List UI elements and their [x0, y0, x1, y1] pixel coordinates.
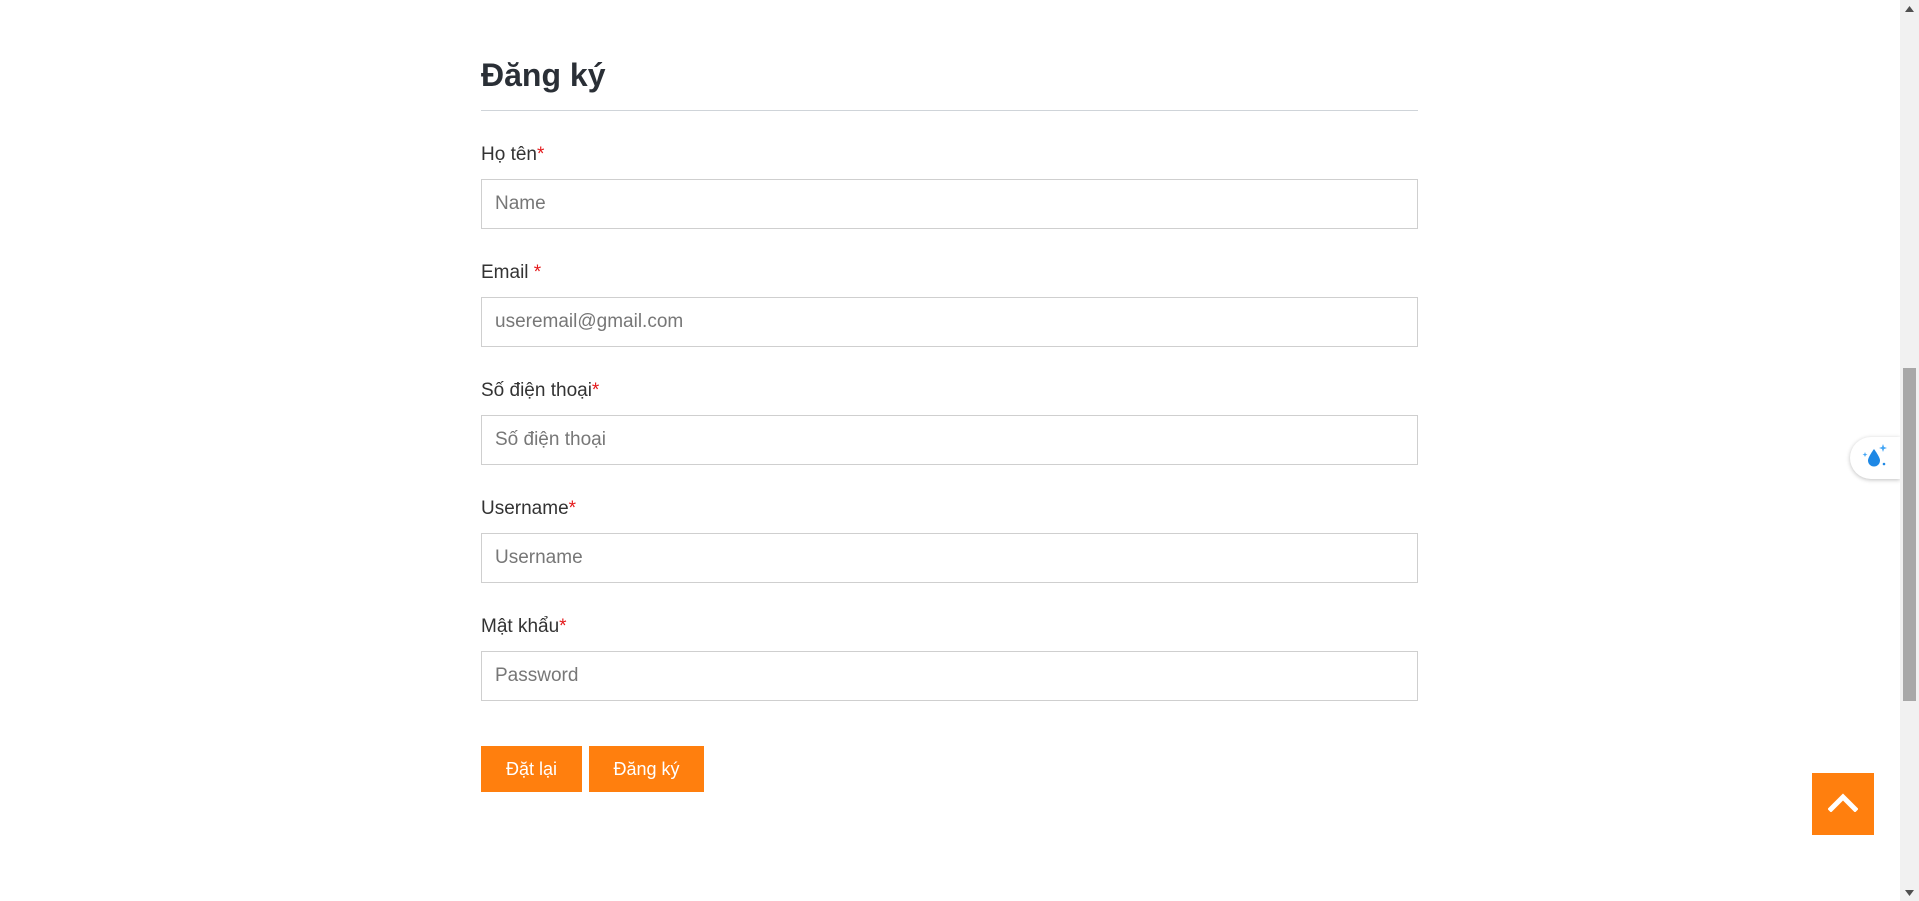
field-email: Email *: [481, 262, 1418, 347]
required-mark: *: [559, 616, 567, 637]
page: Đăng ký Họ tên* Email * Số điện thoại* U…: [0, 0, 1919, 901]
register-button[interactable]: Đăng ký: [589, 746, 704, 792]
username-input[interactable]: [481, 533, 1418, 583]
field-fullname: Họ tên*: [481, 144, 1418, 229]
username-label-text: Username: [481, 498, 569, 519]
password-label: Mật khẩu*: [481, 616, 1418, 638]
scrollbar-thumb[interactable]: [1903, 368, 1916, 701]
username-label: Username*: [481, 498, 1418, 520]
fullname-label-text: Họ tên: [481, 144, 537, 165]
chevron-up-icon: [1827, 792, 1859, 817]
phone-label-text: Số điện thoại: [481, 380, 592, 401]
required-mark: *: [568, 498, 577, 519]
scroll-to-top-button[interactable]: [1812, 773, 1874, 835]
email-label-text: Email: [481, 262, 534, 283]
scroll-down-arrow-icon[interactable]: [1900, 884, 1919, 901]
required-mark: *: [591, 380, 600, 401]
field-phone: Số điện thoại*: [481, 380, 1418, 465]
field-username: Username*: [481, 498, 1418, 583]
form-title: Đăng ký: [481, 57, 606, 93]
password-label-text: Mật khẩu: [481, 616, 560, 637]
water-drop-sparkle-icon: [1860, 442, 1890, 475]
scroll-up-arrow-icon[interactable]: [1900, 0, 1919, 17]
fullname-input[interactable]: [481, 179, 1418, 229]
title-divider: [481, 110, 1418, 111]
reset-button[interactable]: Đặt lại: [481, 746, 582, 792]
fullname-label: Họ tên*: [481, 144, 1418, 166]
registration-form: Đăng ký Họ tên* Email * Số điện thoại* U…: [481, 50, 1418, 792]
required-mark: *: [533, 262, 542, 283]
floating-tool-button[interactable]: [1850, 437, 1900, 479]
field-password: Mật khẩu*: [481, 616, 1418, 701]
email-label: Email *: [481, 262, 1418, 284]
required-mark: *: [536, 144, 545, 165]
password-input[interactable]: [481, 651, 1418, 701]
form-actions: Đặt lại Đăng ký: [481, 746, 1418, 792]
phone-label: Số điện thoại*: [481, 380, 1418, 402]
page-scrollbar[interactable]: [1900, 0, 1919, 901]
phone-input[interactable]: [481, 415, 1418, 465]
email-input[interactable]: [481, 297, 1418, 347]
